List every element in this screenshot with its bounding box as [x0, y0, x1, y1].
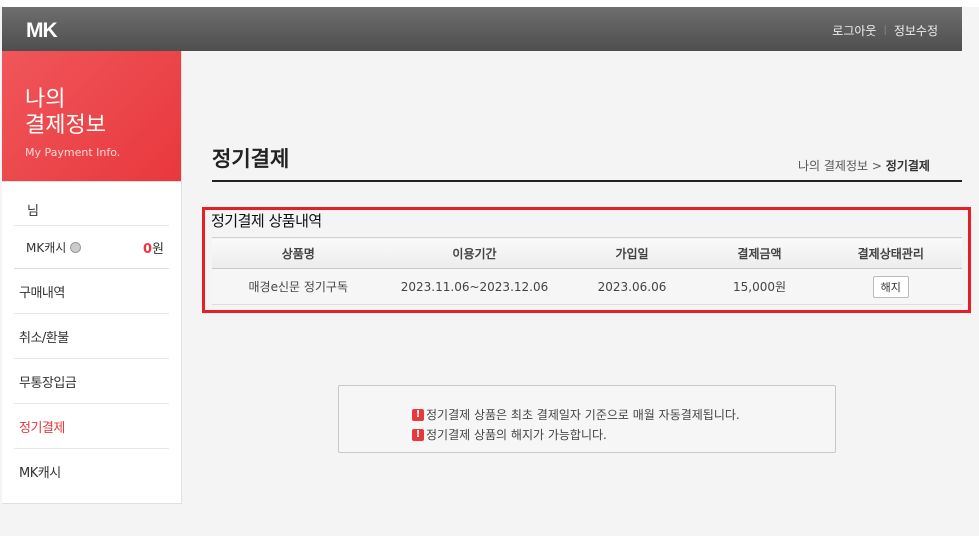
- sidebar-banner-subtitle: My Payment Info.: [25, 146, 121, 159]
- top-header: MK 로그아웃 | 정보수정: [2, 7, 962, 51]
- divider: |: [883, 25, 887, 36]
- user-name: 님: [2, 181, 181, 225]
- top-strip: [0, 0, 979, 7]
- cash-label: MK캐시: [26, 240, 67, 255]
- header-links: 로그아웃 | 정보수정: [832, 22, 938, 39]
- sidebar-item-refunds[interactable]: 취소/환불: [14, 314, 169, 359]
- title-divider: [212, 180, 962, 182]
- sidebar-item-bank-deposit[interactable]: 무통장입금: [14, 359, 169, 404]
- breadcrumb-current: 정기결제: [885, 159, 930, 173]
- cell-product: 매경e신문 정기구독: [212, 268, 385, 305]
- sidebar-banner: 나의 결제정보 My Payment Info.: [2, 51, 181, 181]
- logo[interactable]: MK: [26, 19, 58, 43]
- col-header-joined: 가입일: [564, 237, 700, 269]
- cancel-subscription-button[interactable]: 해지: [872, 275, 909, 298]
- col-header-amount: 결제금액: [699, 237, 820, 269]
- coin-icon: [70, 241, 82, 253]
- sidebar-menu: 구매내역 취소/환불 무통장입금 정기결제 MK캐시: [2, 269, 181, 494]
- table-row: 매경e신문 정기구독 2023.11.06~2023.12.06 2023.06…: [212, 268, 962, 305]
- cash-amount: 0원: [142, 241, 164, 257]
- sidebar-item-mk-cash[interactable]: MK캐시: [14, 449, 169, 494]
- notice-line: ! 정기결제 상품은 최초 결제일자 기준으로 매월 자동결제됩니다.: [412, 406, 740, 423]
- subscription-table: 상품명 이용기간 가입일 결제금액 결제상태관리 매경e신문 정기구독 2023…: [212, 237, 962, 305]
- sidebar: 나의 결제정보 My Payment Info. 님 MK캐시 0원 구매내역 …: [2, 51, 182, 504]
- table-header-row: 상품명 이용기간 가입일 결제금액 결제상태관리: [212, 237, 962, 269]
- breadcrumb: 나의 결제정보 > 정기결제: [798, 157, 930, 174]
- cell-period: 2023.11.06~2023.12.06: [384, 268, 565, 305]
- sidebar-item-subscription[interactable]: 정기결제: [14, 404, 169, 449]
- logout-link[interactable]: 로그아웃: [832, 22, 876, 39]
- cell-joined: 2023.06.06: [564, 268, 700, 305]
- cell-status: 해지: [819, 268, 962, 305]
- alert-icon: !: [412, 408, 424, 421]
- edit-info-link[interactable]: 정보수정: [894, 22, 938, 39]
- notice-text: 정기결제 상품의 해지가 가능합니다.: [426, 428, 607, 442]
- breadcrumb-parent[interactable]: 나의 결제정보: [798, 159, 868, 173]
- col-header-status: 결제상태관리: [819, 237, 962, 269]
- alert-icon: !: [412, 428, 424, 441]
- page-title: 정기결제: [212, 147, 290, 171]
- breadcrumb-separator: >: [871, 159, 882, 173]
- notice-box: ! 정기결제 상품은 최초 결제일자 기준으로 매월 자동결제됩니다. ! 정기…: [338, 385, 836, 453]
- col-header-product: 상품명: [212, 237, 385, 269]
- cell-amount: 15,000원: [699, 268, 820, 305]
- notice-line: ! 정기결제 상품의 해지가 가능합니다.: [412, 426, 607, 443]
- sidebar-banner-title: 나의 결제정보: [25, 87, 106, 138]
- sidebar-item-purchases[interactable]: 구매내역: [14, 269, 169, 314]
- col-header-period: 이용기간: [384, 237, 565, 269]
- notice-text: 정기결제 상품은 최초 결제일자 기준으로 매월 자동결제됩니다.: [426, 408, 740, 422]
- section-title: 정기결제 상품내역: [211, 212, 322, 230]
- cash-balance: MK캐시 0원: [14, 225, 169, 269]
